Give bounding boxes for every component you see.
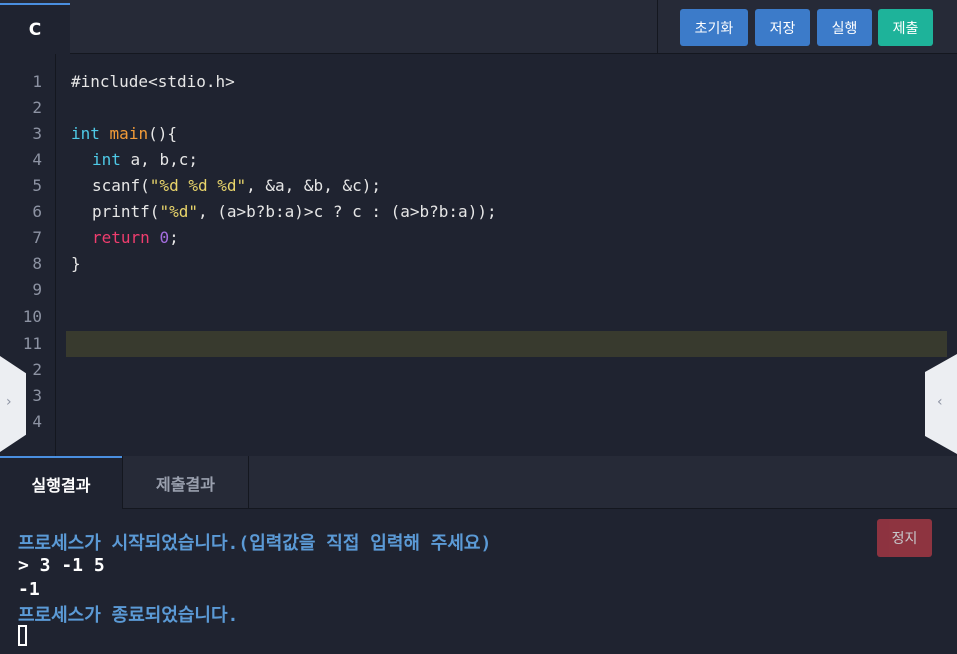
console-line: -1 [18,579,40,600]
code-string: "%d %d %d" [149,176,247,195]
code-text: , (a>b?b:a)>c ? c : (a>b?b:a)); [197,202,497,221]
code-text: printf( [92,202,160,221]
editor-action-buttons: 초기화 저장 실행 제출 [657,0,957,54]
code-line-4: int a, b,c; [92,147,198,173]
stop-button[interactable]: 정지 [877,519,932,557]
console-line: 프로세스가 시작되었습니다.(입력값을 직접 입력해 주세요) [18,533,492,554]
console-output[interactable]: 프로세스가 시작되었습니다.(입력값을 직접 입력해 주세요) > 3 -1 5… [0,509,957,654]
editor-toolbar: C 초기화 저장 실행 제출 [0,0,957,54]
submit-button[interactable]: 제출 [878,9,933,46]
line-number: 8 [32,254,42,273]
code-text: } [71,254,81,273]
code-text: , &a, &b, &c); [246,176,381,195]
active-line-highlight [66,331,947,357]
line-number: 3 [32,124,42,143]
code-text: scanf( [92,176,150,195]
code-keyword-return: return [92,228,150,247]
code-line-6: printf("%d", (a>b?b:a)>c ? c : (a>b?b:a)… [92,199,497,225]
language-tab[interactable]: C [0,3,70,54]
code-keyword: int [71,124,100,143]
tab-submit-result[interactable]: 제출결과 [122,456,249,509]
run-button[interactable]: 실행 [817,9,872,46]
line-number: 5 [32,176,42,195]
result-tabs: 실행결과 제출결과 [0,456,957,509]
reset-button[interactable]: 초기화 [680,9,748,46]
code-string: "%d" [159,202,198,221]
chevron-left-icon: ‹ [937,394,943,410]
console-line: 프로세스가 종료되었습니다. [18,605,239,626]
line-number: 10 [22,307,42,326]
console-input-cursor[interactable] [18,625,27,646]
console-line: > 3 -1 5 [18,555,105,576]
code-line-8: } [71,251,81,277]
code-keyword: int [92,150,121,169]
code-line-3: int main(){ [71,121,177,147]
line-number: 6 [32,202,42,221]
code-line-5: scanf("%d %d %d", &a, &b, &c); [92,173,381,199]
tab-run-result[interactable]: 실행결과 [0,456,122,509]
code-function: main [109,124,149,143]
save-button[interactable]: 저장 [755,9,810,46]
line-number: 7 [32,228,42,247]
code-text: #include<stdio.h> [71,72,235,91]
line-number: 1 [32,72,42,91]
line-number: 9 [32,280,42,299]
line-number: 11 [22,334,42,353]
code-text: a, b,c; [120,150,198,169]
code-number: 0 [159,228,170,247]
code-text: (){ [148,124,177,143]
line-number: 4 [32,150,42,169]
line-number: 2 [32,98,42,117]
code-editor[interactable]: 1 2 3 4 5 6 7 8 9 10 11 2 3 4 #include<s… [0,54,957,456]
code-text: ; [169,228,179,247]
code-line-1: #include<stdio.h> [71,69,235,95]
chevron-right-icon: › [6,394,12,410]
code-line-7: return 0; [92,225,179,251]
